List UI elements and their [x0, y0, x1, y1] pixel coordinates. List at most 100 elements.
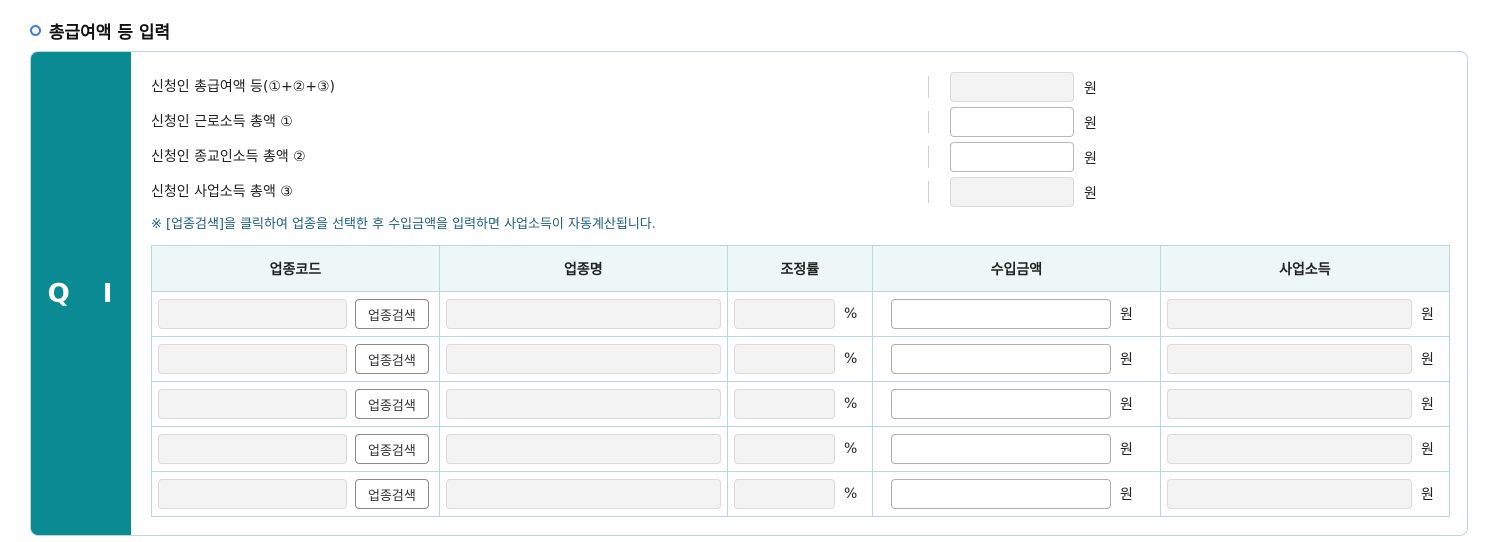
industry-code-field	[158, 434, 347, 464]
business-income-field	[1167, 389, 1412, 419]
industry-code-field	[158, 344, 347, 374]
business-income-cell: 원	[1160, 381, 1450, 427]
industry-code-cell: 업종검색	[151, 426, 440, 472]
summary-row-label: 신청인 종교인소득 총액 ②	[151, 149, 306, 165]
revenue-input[interactable]	[891, 479, 1111, 509]
revenue-input[interactable]	[891, 344, 1111, 374]
won-unit: 원	[1120, 487, 1133, 503]
table-header-row: 업종코드 업종명 조정률 수입금액 사업소득	[151, 245, 1450, 292]
industry-name-field	[446, 299, 721, 329]
summary-amount-field	[950, 72, 1074, 102]
revenue-input[interactable]	[891, 299, 1111, 329]
business-income-field	[1167, 299, 1412, 329]
header-business-income: 사업소득	[1160, 245, 1450, 292]
industry-code-cell: 업종검색	[151, 291, 440, 337]
industry-search-button[interactable]: 업종검색	[355, 389, 429, 419]
table-row: 업종검색% 원 원	[151, 291, 1450, 337]
circle-bullet-icon	[30, 24, 41, 36]
percent-unit: %	[844, 441, 858, 457]
table-row: 업종검색% 원 원	[151, 426, 1450, 472]
won-unit: 원	[1084, 186, 1097, 202]
industry-code-cell: 업종검색	[151, 336, 440, 382]
summary-amount-field	[950, 177, 1074, 207]
business-income-cell: 원	[1160, 471, 1450, 517]
business-income-cell: 원	[1160, 426, 1450, 472]
adjust-rate-field	[734, 434, 835, 464]
summary-amount-field[interactable]	[950, 107, 1074, 137]
won-unit: 원	[1120, 307, 1133, 323]
adjust-rate-cell: %	[727, 381, 873, 427]
adjust-rate-field	[734, 389, 835, 419]
won-unit: 원	[1421, 442, 1434, 458]
business-income-field	[1167, 434, 1412, 464]
won-unit: 원	[1120, 352, 1133, 368]
header-industry-name: 업종명	[439, 245, 728, 292]
industry-search-button[interactable]: 업종검색	[355, 434, 429, 464]
summary-row: 신청인 근로소득 총액 ① 원	[151, 107, 1451, 137]
industry-name-cell	[439, 291, 728, 337]
table-row: 업종검색% 원 원	[151, 471, 1450, 517]
summary-row: 신청인 종교인소득 총액 ② 원	[151, 142, 1451, 172]
percent-unit: %	[844, 351, 858, 367]
summary-row-label: 신청인 근로소득 총액 ①	[151, 114, 293, 130]
revenue-cell: 원	[872, 291, 1161, 337]
revenue-input[interactable]	[891, 389, 1111, 419]
won-unit: 원	[1421, 307, 1434, 323]
won-unit: 원	[1084, 81, 1097, 97]
adjust-rate-field	[734, 299, 835, 329]
industry-name-cell	[439, 426, 728, 472]
table-row: 업종검색% 원 원	[151, 336, 1450, 382]
won-unit: 원	[1120, 397, 1133, 413]
panel-side-label: Q I	[31, 52, 131, 535]
industry-search-button[interactable]: 업종검색	[355, 299, 429, 329]
industry-code-field	[158, 299, 347, 329]
industry-name-cell	[439, 336, 728, 382]
percent-unit: %	[844, 486, 858, 502]
business-income-table: 업종코드 업종명 조정률 수입금액 사업소득 업종검색% 원 원 업종검색% 원 원 업종검…	[151, 245, 1450, 517]
revenue-cell: 원	[872, 426, 1161, 472]
summary-amount-field[interactable]	[950, 142, 1074, 172]
table-row: 업종검색% 원 원	[151, 381, 1450, 427]
won-unit: 원	[1084, 151, 1097, 167]
section-title-text: 총급여액 등 입력	[49, 22, 171, 43]
summary-row: 신청인 총급여액 등(①+②+③) 원	[151, 72, 1451, 102]
notice-text: ※ [업종검색]을 클릭하여 업종을 선택한 후 수입금액을 입력하면 사업소득…	[151, 217, 656, 232]
business-income-field	[1167, 344, 1412, 374]
industry-name-cell	[439, 471, 728, 517]
won-unit: 원	[1421, 487, 1434, 503]
revenue-cell: 원	[872, 471, 1161, 517]
summary-row-label: 신청인 총급여액 등(①+②+③)	[151, 79, 335, 95]
income-input-panel: Q I 신청인 총급여액 등(①+②+③) 원 신청인 근로소득 총액 ① 원 신청인 …	[30, 51, 1468, 536]
summary-row-label: 신청인 사업소득 총액 ③	[151, 184, 293, 200]
header-industry-code: 업종코드	[151, 245, 440, 292]
industry-code-cell: 업종검색	[151, 471, 440, 517]
industry-code-cell: 업종검색	[151, 381, 440, 427]
adjust-rate-field	[734, 344, 835, 374]
percent-unit: %	[844, 396, 858, 412]
won-unit: 원	[1421, 397, 1434, 413]
won-unit: 원	[1120, 442, 1133, 458]
row-divider	[928, 76, 929, 98]
row-divider	[928, 181, 929, 203]
adjust-rate-cell: %	[727, 426, 873, 472]
business-income-cell: 원	[1160, 291, 1450, 337]
industry-name-field	[446, 434, 721, 464]
business-income-cell: 원	[1160, 336, 1450, 382]
header-adjust-rate: 조정률	[727, 245, 873, 292]
business-income-field	[1167, 479, 1412, 509]
revenue-cell: 원	[872, 336, 1161, 382]
adjust-rate-field	[734, 479, 835, 509]
won-unit: 원	[1084, 116, 1097, 132]
revenue-input[interactable]	[891, 434, 1111, 464]
percent-unit: %	[844, 306, 858, 322]
industry-search-button[interactable]: 업종검색	[355, 344, 429, 374]
revenue-cell: 원	[872, 381, 1161, 427]
adjust-rate-cell: %	[727, 291, 873, 337]
industry-name-cell	[439, 381, 728, 427]
won-unit: 원	[1421, 352, 1434, 368]
industry-name-field	[446, 389, 721, 419]
header-revenue: 수입금액	[872, 245, 1161, 292]
industry-search-button[interactable]: 업종검색	[355, 479, 429, 509]
adjust-rate-cell: %	[727, 336, 873, 382]
industry-code-field	[158, 389, 347, 419]
